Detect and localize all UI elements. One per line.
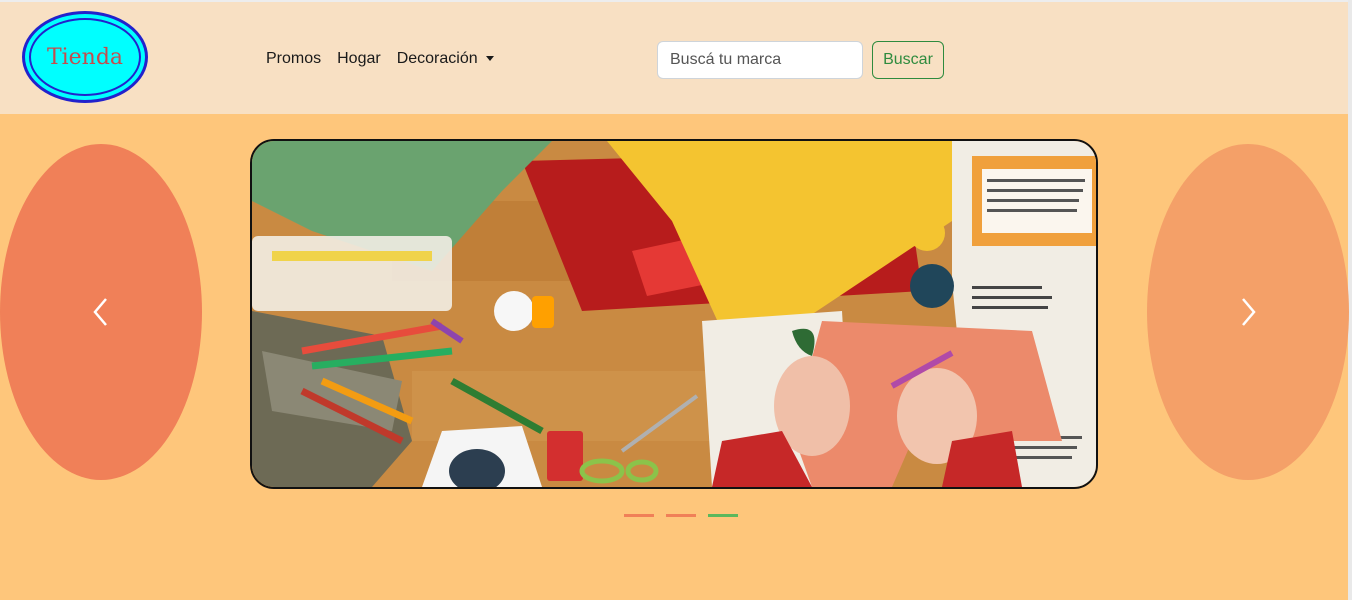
chevron-right-icon bbox=[1242, 298, 1256, 326]
nav-links: Promos Hogar Decoración bbox=[266, 50, 494, 68]
craft-supplies-photo bbox=[252, 141, 1096, 487]
carousel-indicator-2[interactable] bbox=[666, 514, 696, 517]
carousel-indicator-1[interactable] bbox=[624, 514, 654, 517]
brand-logo-text: Tienda bbox=[46, 44, 124, 70]
carousel-prev-button[interactable] bbox=[0, 144, 202, 480]
nav-dropdown-decoracion[interactable]: Decoración bbox=[397, 50, 494, 68]
carousel-next-button[interactable] bbox=[1147, 144, 1349, 480]
carousel-indicators bbox=[624, 514, 738, 517]
chevron-left-icon bbox=[93, 298, 107, 326]
caret-down-icon bbox=[485, 56, 494, 62]
navbar: Tienda Promos Hogar Decoración Buscar bbox=[0, 2, 1348, 114]
carousel-slide-image bbox=[250, 139, 1098, 489]
carousel-indicator-3[interactable] bbox=[708, 514, 738, 517]
nav-link-promos[interactable]: Promos bbox=[266, 50, 321, 68]
search-button[interactable]: Buscar bbox=[872, 41, 944, 79]
brand-logo[interactable]: Tienda bbox=[22, 11, 148, 103]
nav-link-hogar[interactable]: Hogar bbox=[337, 50, 381, 68]
search-input[interactable] bbox=[657, 41, 863, 79]
nav-dropdown-label: Decoración bbox=[396, 50, 478, 67]
